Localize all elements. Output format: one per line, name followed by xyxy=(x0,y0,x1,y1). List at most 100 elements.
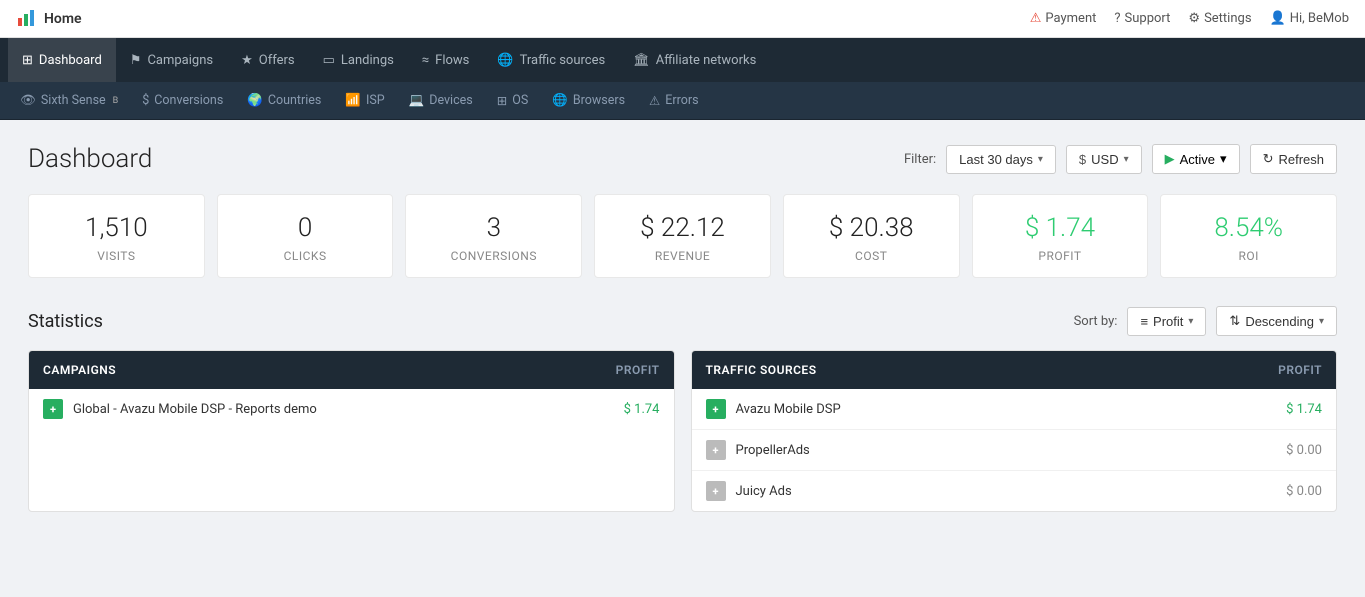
traffic-sources-profit-header: PROFIT xyxy=(1278,363,1322,377)
expand-row-icon[interactable]: + xyxy=(706,440,726,460)
cost-card: $ 20.38 Cost xyxy=(783,194,960,278)
support-icon: ? xyxy=(1114,11,1120,26)
laptop-icon: 💻 xyxy=(409,93,425,108)
chevron-down-icon: ▾ xyxy=(1220,151,1227,167)
roi-label: ROI xyxy=(1181,249,1316,263)
stat-cards-container: 1,510 Visits 0 Clicks 3 Conversions $ 22… xyxy=(28,194,1337,278)
revenue-label: Revenue xyxy=(615,249,750,263)
tables-container: CAMPAIGNS PROFIT + Global - Avazu Mobile… xyxy=(28,350,1337,512)
warning-icon: ⚠ xyxy=(1030,11,1042,26)
traffic-source-profit: $ 0.00 xyxy=(1286,443,1322,458)
statistics-header: Statistics Sort by: ≡ Profit ▾ ⇅ Descend… xyxy=(28,306,1337,336)
revenue-value: $ 22.12 xyxy=(615,213,750,243)
sort-by-label: Sort by: xyxy=(1074,314,1118,329)
user-icon: 👤 xyxy=(1270,11,1286,26)
dashboard-icon: ⊞ xyxy=(22,53,33,68)
subnav-browsers[interactable]: 🌐 Browsers xyxy=(540,82,637,120)
browser-icon: 🌐 xyxy=(552,93,568,108)
expand-row-icon[interactable]: + xyxy=(706,481,726,501)
main-content: Dashboard Filter: Last 30 days ▾ $ USD ▾… xyxy=(0,120,1365,536)
app-name: Home xyxy=(44,11,82,27)
clicks-card: 0 Clicks xyxy=(217,194,394,278)
gear-icon: ⚙ xyxy=(1188,11,1200,26)
currency-filter[interactable]: $ USD ▾ xyxy=(1066,145,1142,174)
statistics-title: Statistics xyxy=(28,311,103,332)
filter-row: Filter: Last 30 days ▾ $ USD ▾ ▶ Active … xyxy=(904,144,1337,174)
topbar-right-actions: ⚠ Payment ? Support ⚙ Settings 👤 Hi, BeM… xyxy=(1030,11,1349,26)
roi-card: 8.54% ROI xyxy=(1160,194,1337,278)
alert-icon: ⚠ xyxy=(649,93,660,109)
dollar-icon: $ xyxy=(142,93,149,108)
visits-card: 1,510 Visits xyxy=(28,194,205,278)
monitor-icon: ▭ xyxy=(323,53,335,68)
refresh-button[interactable]: ↻ Refresh xyxy=(1250,144,1337,174)
chevron-down-icon: ▾ xyxy=(1319,316,1324,327)
refresh-icon: ↻ xyxy=(1263,151,1274,167)
list-icon: ≡ xyxy=(1140,314,1148,329)
campaigns-profit-header: PROFIT xyxy=(616,363,660,377)
traffic-source-profit: $ 1.74 xyxy=(1286,402,1322,417)
support-link[interactable]: ? Support xyxy=(1114,11,1170,26)
active-filter-button[interactable]: ▶ Active ▾ xyxy=(1152,144,1240,174)
traffic-sources-table: TRAFFIC SOURCES PROFIT + Avazu Mobile DS… xyxy=(691,350,1338,512)
traffic-sources-table-header: TRAFFIC SOURCES PROFIT xyxy=(692,351,1337,389)
globe2-icon: 🌍 xyxy=(247,93,263,108)
roi-value: 8.54% xyxy=(1181,213,1316,243)
campaign-profit: $ 1.74 xyxy=(624,402,660,417)
subnav-sixth-sense[interactable]: 👁 Sixth Sense B xyxy=(8,82,130,120)
visits-label: Visits xyxy=(49,249,184,263)
conversions-value: 3 xyxy=(426,213,561,243)
topbar: Home ⚠ Payment ? Support ⚙ Settings 👤 Hi… xyxy=(0,0,1365,38)
profit-label: Profit xyxy=(993,249,1128,263)
nav-dashboard[interactable]: ⊞ Dashboard xyxy=(8,38,116,82)
subnav-errors[interactable]: ⚠ Errors xyxy=(637,82,711,120)
table-row: + PropellerAds $ 0.00 xyxy=(692,430,1337,471)
visits-value: 1,510 xyxy=(49,213,184,243)
nav-campaigns[interactable]: ⚑ Campaigns xyxy=(116,38,227,82)
campaign-name: Global - Avazu Mobile DSP - Reports demo xyxy=(73,402,624,417)
sort-direction-button[interactable]: ⇅ Descending ▾ xyxy=(1216,306,1337,336)
user-link[interactable]: 👤 Hi, BeMob xyxy=(1270,11,1349,26)
eye-icon: 👁 xyxy=(20,93,36,108)
payment-link[interactable]: ⚠ Payment xyxy=(1030,11,1097,26)
building-icon: 🏛 xyxy=(633,53,650,68)
dashboard-header: Dashboard Filter: Last 30 days ▾ $ USD ▾… xyxy=(28,144,1337,174)
conversions-label: Conversions xyxy=(426,249,561,263)
revenue-card: $ 22.12 Revenue xyxy=(594,194,771,278)
page-title: Dashboard xyxy=(28,144,152,174)
nav-traffic-sources[interactable]: 🌐 Traffic sources xyxy=(483,38,619,82)
table-row: + Global - Avazu Mobile DSP - Reports de… xyxy=(29,389,674,429)
sort-direction-icon: ⇅ xyxy=(1229,313,1240,329)
subnav-devices[interactable]: 💻 Devices xyxy=(397,82,485,120)
globe-icon: 🌐 xyxy=(497,53,513,68)
traffic-source-profit: $ 0.00 xyxy=(1286,484,1322,499)
nav-landings[interactable]: ▭ Landings xyxy=(309,38,408,82)
profit-value: $ 1.74 xyxy=(993,213,1128,243)
main-navigation: ⊞ Dashboard ⚑ Campaigns ★ Offers ▭ Landi… xyxy=(0,38,1365,82)
table-row: + Avazu Mobile DSP $ 1.74 xyxy=(692,389,1337,430)
subnav-conversions[interactable]: $ Conversions xyxy=(130,82,235,120)
campaigns-table: CAMPAIGNS PROFIT + Global - Avazu Mobile… xyxy=(28,350,675,512)
date-range-filter[interactable]: Last 30 days ▾ xyxy=(946,145,1056,174)
sort-field-button[interactable]: ≡ Profit ▾ xyxy=(1127,307,1206,336)
expand-row-icon[interactable]: + xyxy=(706,399,726,419)
expand-row-icon[interactable]: + xyxy=(43,399,63,419)
nav-offers[interactable]: ★ Offers xyxy=(227,38,309,82)
star-icon: ★ xyxy=(241,53,253,68)
chevron-down-icon: ▾ xyxy=(1124,154,1129,165)
sort-controls: Sort by: ≡ Profit ▾ ⇅ Descending ▾ xyxy=(1074,306,1337,336)
conversions-card: 3 Conversions xyxy=(405,194,582,278)
flows-icon: ≈ xyxy=(422,53,429,68)
traffic-source-name: PropellerAds xyxy=(736,443,1287,458)
os-icon: ⊞ xyxy=(497,93,507,109)
traffic-source-name: Juicy Ads xyxy=(736,484,1287,499)
play-icon: ▶ xyxy=(1165,151,1175,167)
filter-label: Filter: xyxy=(904,152,936,167)
subnav-isp[interactable]: 📶 ISP xyxy=(333,82,396,120)
subnav-countries[interactable]: 🌍 Countries xyxy=(235,82,333,120)
nav-flows[interactable]: ≈ Flows xyxy=(408,38,484,82)
app-logo-icon xyxy=(16,8,38,30)
subnav-os[interactable]: ⊞ OS xyxy=(485,82,541,120)
nav-affiliate-networks[interactable]: 🏛 Affiliate networks xyxy=(619,38,770,82)
settings-link[interactable]: ⚙ Settings xyxy=(1188,11,1251,26)
